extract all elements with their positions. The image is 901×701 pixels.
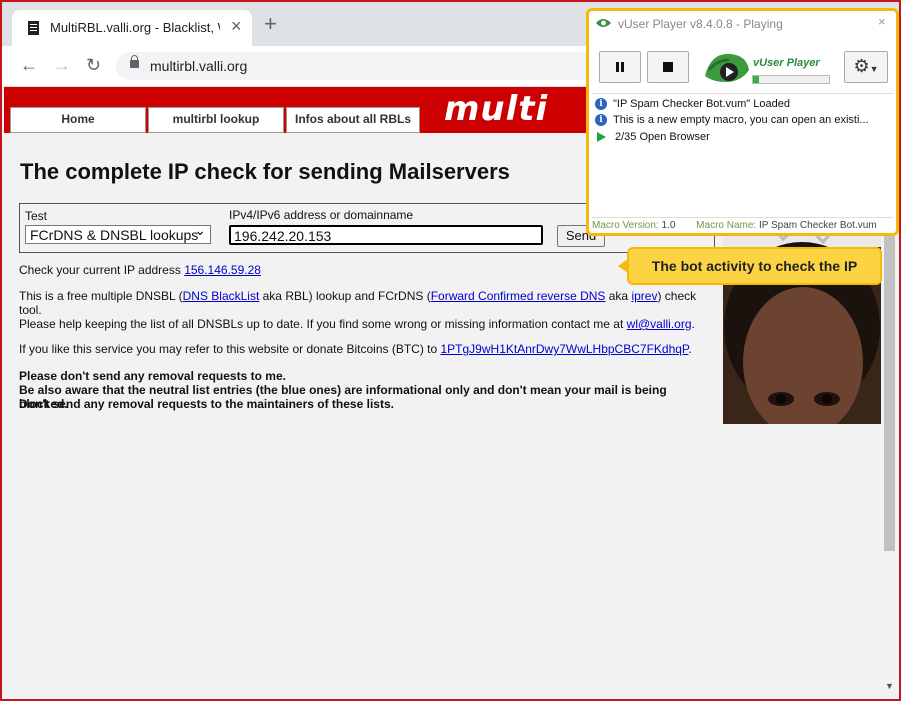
stop-icon — [663, 62, 673, 72]
log-text: 2/35 Open Browser — [615, 131, 710, 143]
vuser-brand-text: vUser Player — [753, 57, 820, 69]
log-text: This is a new empty macro, you can open … — [613, 114, 869, 126]
nav-infos-rbls[interactable]: Infos about all RBLs — [286, 107, 420, 133]
document-icon — [28, 21, 39, 35]
log-item: i This is a new empty macro, you can open… — [595, 114, 890, 130]
log-item: i "IP Spam Checker Bot.vum" Loaded — [595, 98, 890, 114]
vuser-brand-icon — [705, 53, 749, 82]
close-tab-icon[interactable]: × — [231, 16, 242, 37]
contact-text: Please help keeping the list of all DNSB… — [19, 317, 627, 331]
warning-1: Please don't send any removal requests t… — [19, 369, 286, 383]
gear-icon: ⚙ — [853, 56, 870, 76]
macro-name: IP Spam Checker Bot.vum — [758, 220, 877, 231]
intro-paragraph: This is a free multiple DNSBL (DNS Black… — [19, 289, 709, 317]
email-link[interactable]: wl@valli.org — [627, 317, 692, 331]
vuser-logo-icon — [596, 19, 611, 27]
info-icon: i — [595, 98, 607, 111]
info-icon: i — [595, 114, 607, 127]
log-text: "IP Spam Checker Bot.vum" Loaded — [613, 98, 790, 110]
stop-button[interactable] — [647, 51, 689, 83]
intro-text-c: aka — [605, 289, 632, 303]
contact-paragraph: Please help keeping the list of all DNSB… — [19, 317, 709, 331]
new-tab-icon[interactable]: + — [264, 13, 277, 35]
play-icon — [597, 132, 606, 143]
macro-version-label: Macro Version: — [592, 220, 659, 231]
url-text: multirbl.valli.org — [150, 58, 248, 74]
page-title: The complete IP check for sending Mailse… — [20, 159, 510, 184]
vuser-close-icon[interactable]: × — [878, 14, 886, 29]
donate-text-end: . — [688, 342, 692, 356]
intro-text-b: aka RBL) lookup and FCrDNS ( — [259, 289, 431, 303]
playback-progress — [752, 75, 830, 84]
btc-link[interactable]: 1PTgJ9wH1KtAnrDwy7WwLHbpCBC7FKdhqP — [441, 342, 689, 356]
ip-label: IPv4/IPv6 address or domainname — [229, 208, 414, 222]
warning-3: Don't send any removal requests to the m… — [19, 397, 394, 411]
settings-button[interactable]: ⚙▼ — [844, 51, 888, 83]
vuser-log: i "IP Spam Checker Bot.vum" Loaded i This … — [591, 93, 894, 214]
donate-paragraph: If you like this service you may refer t… — [19, 342, 709, 356]
donate-text: If you like this service you may refer t… — [19, 342, 441, 356]
back-icon[interactable]: ← — [20, 55, 38, 76]
nav-home[interactable]: Home — [10, 107, 146, 133]
scroll-down-icon[interactable]: ▼ — [885, 681, 894, 691]
intro-text-a: This is a free multiple DNSBL ( — [19, 289, 183, 303]
vuser-player-window: vUser Player v8.4.0.8 - Playing × vUser … — [586, 8, 899, 236]
site-logo: multi — [444, 89, 549, 129]
playback-progress-fill — [753, 76, 760, 83]
forward-icon[interactable]: → — [53, 55, 71, 76]
log-item: 2/35 Open Browser — [595, 131, 890, 147]
macro-name-label: Macro Name: — [696, 220, 757, 231]
vuser-title: vUser Player v8.4.0.8 - Playing — [618, 17, 783, 31]
ip-input[interactable]: 196.242.20.153 — [229, 225, 543, 245]
pause-button[interactable] — [599, 51, 641, 83]
lock-icon — [130, 55, 139, 68]
test-label: Test — [25, 209, 48, 223]
tab-title: MultiRBL.valli.org - Blacklist, Whi — [50, 20, 220, 35]
reload-icon[interactable]: ↻ — [86, 55, 101, 76]
contact-text-end: . — [691, 317, 695, 331]
pause-icon — [616, 62, 619, 72]
fcrdns-link[interactable]: Forward Confirmed reverse DNS — [431, 289, 606, 303]
current-ip-line: Check your current IP address 156.146.59… — [19, 263, 709, 277]
iprev-link[interactable]: iprev — [631, 289, 657, 303]
macro-version: 1.0 — [661, 220, 676, 231]
current-ip-link[interactable]: 156.146.59.28 — [184, 263, 261, 277]
test-select[interactable]: FCrDNS & DNSBL lookups — [25, 221, 211, 244]
chevron-down-icon: ▼ — [869, 64, 879, 74]
current-ip-text: Check your current IP address — [19, 263, 181, 277]
browser-tab[interactable]: MultiRBL.valli.org - Blacklist, Whi × — [12, 10, 252, 46]
screenshot-frame: MultiRBL.valli.org - Blacklist, Whi × + … — [0, 0, 901, 701]
annotation-callout: The bot activity to check the IP — [618, 247, 882, 285]
vuser-status-bar: Macro Version: 1.0 Macro Name: IP Spam C… — [592, 217, 893, 231]
nav-multirbl-lookup[interactable]: multirbl lookup — [148, 107, 284, 133]
dnsbl-link[interactable]: DNS BlackList — [183, 289, 260, 303]
